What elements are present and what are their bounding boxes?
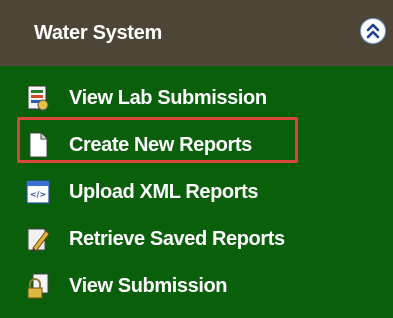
panel-header: Water System [0,0,393,66]
menu-item-label: Upload XML Reports [69,181,259,203]
menu-item-view-submission[interactable]: View Submission [0,262,393,310]
menu-item-view-lab-submission[interactable]: View Lab Submission [0,74,393,122]
collapse-button[interactable] [360,18,386,44]
menu-item-label: View Lab Submission [69,87,267,109]
xml-file-icon: </> [25,178,51,206]
water-system-panel: Water System View Lab Submission Create … [0,0,393,318]
report-menu: View Lab Submission Create New Reports <… [0,66,393,318]
locked-document-icon [25,272,51,300]
double-chevron-up-icon [366,23,380,39]
menu-item-retrieve-saved-reports[interactable]: Retrieve Saved Reports [0,215,393,263]
menu-item-label: Retrieve Saved Reports [69,228,285,250]
lab-report-icon [25,84,51,112]
menu-item-label: View Submission [69,275,228,297]
panel-title: Water System [34,22,162,44]
svg-text:</>: </> [30,190,46,199]
menu-item-upload-xml-reports[interactable]: </> Upload XML Reports [0,168,393,216]
selected-item-highlight [17,117,298,163]
pencil-document-icon [25,225,51,253]
